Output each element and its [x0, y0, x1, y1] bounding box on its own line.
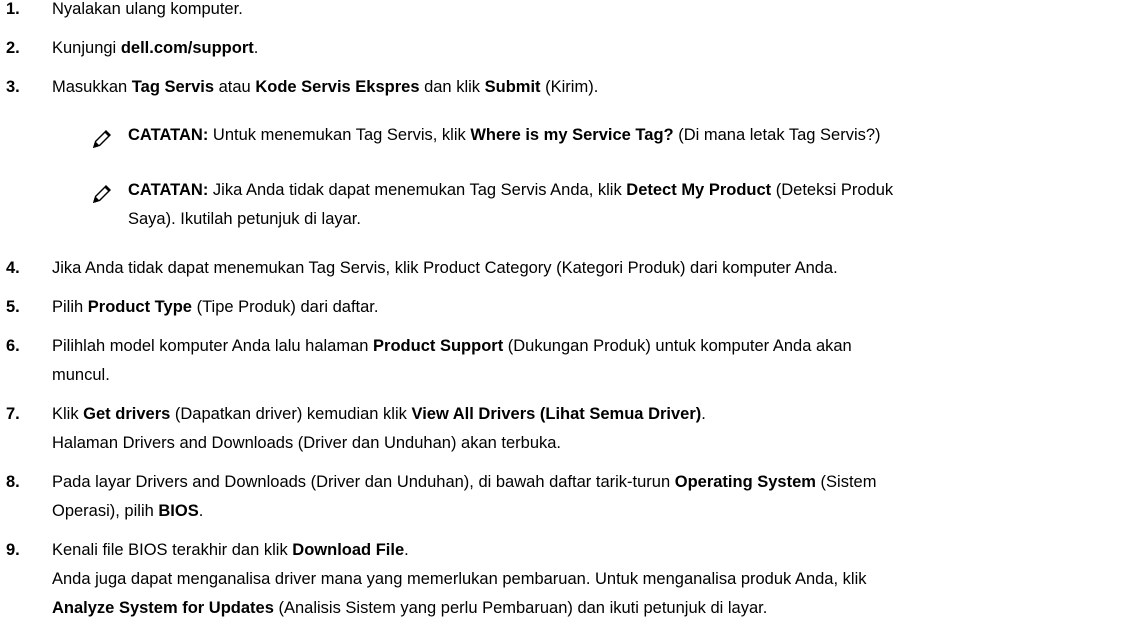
document-page: 1. Nyalakan ulang komputer. 2. Kunjungi … [0, 0, 1126, 623]
step-subtext-cont: Analyze System for Updates (Analisis Sis… [52, 599, 768, 617]
step-text-cont: muncul. [52, 366, 110, 384]
step-number: 7. [6, 405, 20, 423]
step-text: Kenali file BIOS terakhir dan klik Downl… [52, 541, 409, 559]
step-text: Jika Anda tidak dapat menemukan Tag Serv… [52, 259, 838, 277]
step-text: Klik Get drivers (Dapatkan driver) kemud… [52, 405, 706, 423]
step-number: 4. [6, 259, 20, 277]
note-text-cont: Saya). Ikutilah petunjuk di layar. [128, 210, 361, 228]
step-text: Pilihlah model komputer Anda lalu halama… [52, 337, 852, 355]
step-text-cont: Operasi), pilih BIOS. [52, 502, 204, 520]
step-number: 6. [6, 337, 20, 355]
step-number: 2. [6, 39, 20, 57]
step-text: Kunjungi dell.com/support. [52, 39, 259, 57]
step-number: 3. [6, 78, 20, 96]
step-subtext: Halaman Drivers and Downloads (Driver da… [52, 434, 562, 452]
step-number: 5. [6, 298, 20, 316]
step-number: 1. [6, 0, 20, 18]
pencil-note-icon [93, 130, 111, 148]
step-subtext: Anda juga dapat menganalisa driver mana … [52, 570, 867, 588]
step-text: Masukkan Tag Servis atau Kode Servis Eks… [52, 78, 599, 96]
step-text: Pada layar Drivers and Downloads (Driver… [52, 473, 877, 491]
note-text: CATATAN: Jika Anda tidak dapat menemukan… [128, 181, 894, 199]
step-number: 8. [6, 473, 20, 491]
note-text: CATATAN: Untuk menemukan Tag Servis, kli… [128, 126, 881, 144]
pencil-note-icon [93, 185, 111, 203]
step-text: Nyalakan ulang komputer. [52, 0, 243, 18]
step-text: Pilih Product Type (Tipe Produk) dari da… [52, 298, 379, 316]
step-number: 9. [6, 541, 20, 559]
